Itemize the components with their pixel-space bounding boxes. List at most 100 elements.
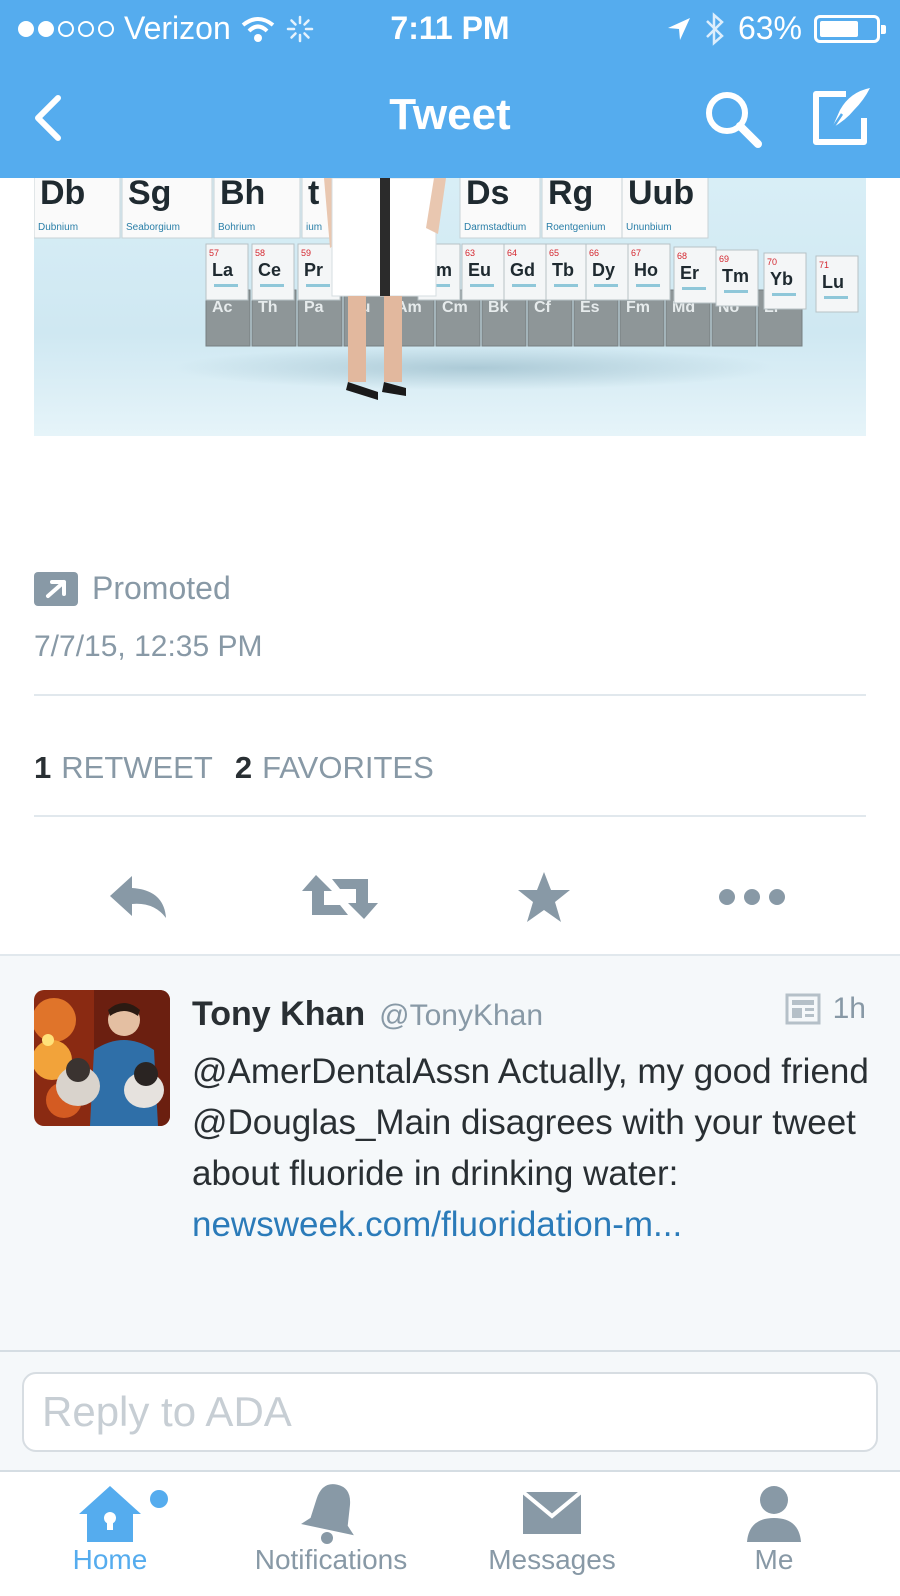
element-tile: 57 La — [205, 243, 249, 301]
svg-text:Th: Th — [258, 299, 278, 316]
svg-text:Tm: Tm — [722, 266, 749, 286]
top-bar: Verizon 7:11 PM 63% Tweet — [0, 0, 900, 178]
svg-text:Cf: Cf — [534, 299, 552, 316]
element-tile: 68 Er — [673, 246, 717, 304]
svg-text:Dubnium: Dubnium — [38, 222, 78, 233]
favorite-stat-label: FAVORITES — [262, 750, 434, 785]
element-tile: Sg Seaborgium — [121, 178, 213, 239]
reply-arrow-icon — [110, 876, 166, 918]
retweet-button[interactable] — [300, 862, 380, 932]
periodic-table-photo: Db Dubnium Sg Seaborgium Bh Bohrium t ium Ds Darm… — [34, 178, 866, 436]
svg-text:Cm: Cm — [442, 299, 468, 316]
reply-link[interactable]: newsweek.com/fluoridation-m... — [192, 1205, 682, 1244]
summary-card-icon — [785, 993, 821, 1025]
svg-text:Ununbium: Ununbium — [626, 222, 672, 233]
svg-text:Ce: Ce — [258, 260, 281, 280]
reply-input[interactable] — [22, 1372, 878, 1452]
status-right: 63% — [666, 10, 886, 47]
svg-text:Seaborgium: Seaborgium — [126, 222, 180, 233]
reply-bar — [0, 1350, 900, 1472]
svg-text:Ds: Ds — [466, 178, 509, 212]
element-tile: 70 Yb — [763, 252, 807, 310]
new-content-dot — [150, 1490, 168, 1508]
promoted-label[interactable]: Promoted — [34, 570, 231, 607]
person-icon — [747, 1486, 801, 1542]
tweet-timestamp: 7/7/15, 12:35 PM — [34, 630, 263, 663]
tab-me-label: Me — [754, 1544, 794, 1575]
reply-age: 1h — [832, 992, 866, 1025]
avatar[interactable] — [34, 990, 170, 1126]
bluetooth-icon — [706, 11, 724, 46]
retweet-stat[interactable]: 1 RETWEET — [34, 750, 213, 786]
tweet-media-image[interactable]: Db Dubnium Sg Seaborgium Bh Bohrium t ium Ds Darm… — [34, 178, 866, 436]
svg-text:Bk: Bk — [488, 299, 509, 316]
element-tile: 58 Ce — [251, 243, 295, 301]
tweet-actions — [0, 842, 900, 952]
promoted-text: Promoted — [92, 570, 231, 606]
tab-notifications-label: Notifications — [254, 1544, 408, 1575]
svg-text:Darmstadtium: Darmstadtium — [464, 222, 526, 233]
svg-text:58: 58 — [255, 248, 265, 258]
element-tile: Uub Ununbium — [621, 178, 709, 239]
svg-text:Pr: Pr — [304, 260, 323, 280]
element-tile: 63 Eu — [461, 243, 505, 301]
avatar-image — [34, 990, 170, 1126]
retweet-stat-label: RETWEET — [61, 750, 213, 785]
svg-text:Db: Db — [40, 178, 85, 212]
element-tile: 65 Tb — [545, 243, 589, 301]
reply-header: Tony Khan @TonyKhan 1h — [192, 992, 866, 1034]
retweet-icon — [302, 875, 378, 919]
reply-meta: 1h — [785, 992, 866, 1026]
more-options-button[interactable] — [712, 862, 792, 932]
svg-text:63: 63 — [465, 248, 475, 258]
svg-text:59: 59 — [301, 248, 311, 258]
favorite-button[interactable] — [504, 862, 584, 932]
reply-tweet[interactable]: Tony Khan @TonyKhan 1h @AmerDentalAssn A… — [0, 954, 900, 1350]
svg-text:Tb: Tb — [552, 260, 574, 280]
svg-text:ium: ium — [306, 222, 322, 233]
svg-text:71: 71 — [819, 260, 829, 270]
element-tile: Db Dubnium — [34, 178, 121, 239]
tab-me[interactable]: Me — [674, 1480, 874, 1590]
element-tile: 69 Tm — [715, 249, 759, 307]
bell-icon — [301, 1484, 354, 1544]
svg-text:Ho: Ho — [634, 260, 658, 280]
svg-text:Lu: Lu — [822, 272, 844, 292]
svg-text:Es: Es — [580, 299, 600, 316]
svg-text:64: 64 — [507, 248, 517, 258]
svg-text:Bh: Bh — [220, 178, 265, 212]
reply-button[interactable] — [98, 862, 178, 932]
tab-bar: Home Notifications Messages Me — [0, 1472, 900, 1596]
author-handle[interactable]: @TonyKhan — [379, 999, 543, 1033]
svg-text:Dy: Dy — [592, 260, 615, 280]
author-name[interactable]: Tony Khan — [192, 995, 365, 1034]
element-tile: Bh Bohrium — [213, 178, 301, 239]
svg-text:Roentgenium: Roentgenium — [546, 222, 605, 233]
svg-text:Pa: Pa — [304, 299, 324, 316]
svg-text:Yb: Yb — [770, 269, 793, 289]
divider — [34, 694, 866, 696]
envelope-icon — [521, 1490, 583, 1534]
retweet-count: 1 — [34, 750, 52, 785]
compose-tweet-icon[interactable] — [806, 84, 876, 154]
element-tile: 71 Lu — [815, 255, 859, 313]
svg-text:68: 68 — [677, 251, 687, 261]
svg-text:69: 69 — [719, 254, 729, 264]
tab-notifications[interactable]: Notifications — [231, 1480, 431, 1590]
tab-home[interactable]: Home — [10, 1480, 210, 1590]
svg-text:70: 70 — [767, 257, 777, 267]
element-tile: Ds Darmstadtium — [459, 178, 541, 239]
svg-text:67: 67 — [631, 248, 641, 258]
element-tile: 64 Gd — [503, 243, 547, 301]
tab-messages[interactable]: Messages — [452, 1480, 652, 1590]
svg-text:66: 66 — [589, 248, 599, 258]
element-tile: 67 Ho — [627, 243, 671, 301]
battery-icon — [814, 14, 886, 43]
search-icon[interactable] — [700, 86, 766, 152]
home-icon — [79, 1486, 141, 1542]
svg-text:Ac: Ac — [212, 299, 233, 316]
tab-messages-label: Messages — [488, 1544, 616, 1575]
svg-text:Sg: Sg — [128, 178, 171, 212]
svg-text:Uub: Uub — [628, 178, 694, 212]
favorite-stat[interactable]: 2 FAVORITES — [235, 750, 434, 786]
